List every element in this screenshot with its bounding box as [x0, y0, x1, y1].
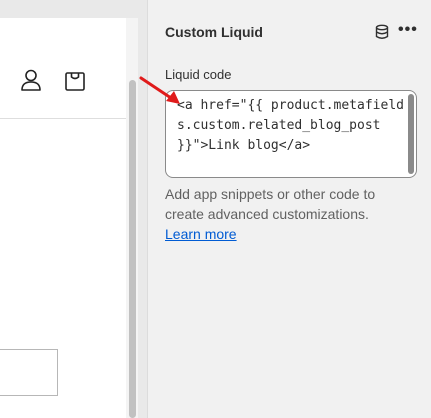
storefront-preview: [0, 18, 138, 418]
annotation-arrow-icon: [139, 76, 180, 104]
settings-panel: Custom Liquid ••• Liquid code <a href="{…: [148, 0, 431, 418]
preview-content-box: [0, 349, 58, 396]
panel-title: Custom Liquid: [165, 24, 263, 40]
more-horizontal-icon[interactable]: •••: [398, 22, 418, 38]
header-divider: [0, 118, 126, 119]
preview-scrollbar-thumb[interactable]: [129, 80, 136, 418]
database-icon[interactable]: [374, 24, 390, 40]
account-icon[interactable]: [20, 68, 42, 92]
learn-more-link[interactable]: Learn more: [165, 224, 237, 244]
liquid-code-textarea[interactable]: <a href="{{ product.metafields.custom.re…: [165, 90, 417, 178]
textarea-scrollbar[interactable]: [408, 94, 414, 174]
liquid-code-value[interactable]: <a href="{{ product.metafields.custom.re…: [177, 96, 407, 156]
help-text: Add app snippets or other code to create…: [165, 186, 376, 222]
shopping-bag-icon[interactable]: [64, 68, 86, 92]
